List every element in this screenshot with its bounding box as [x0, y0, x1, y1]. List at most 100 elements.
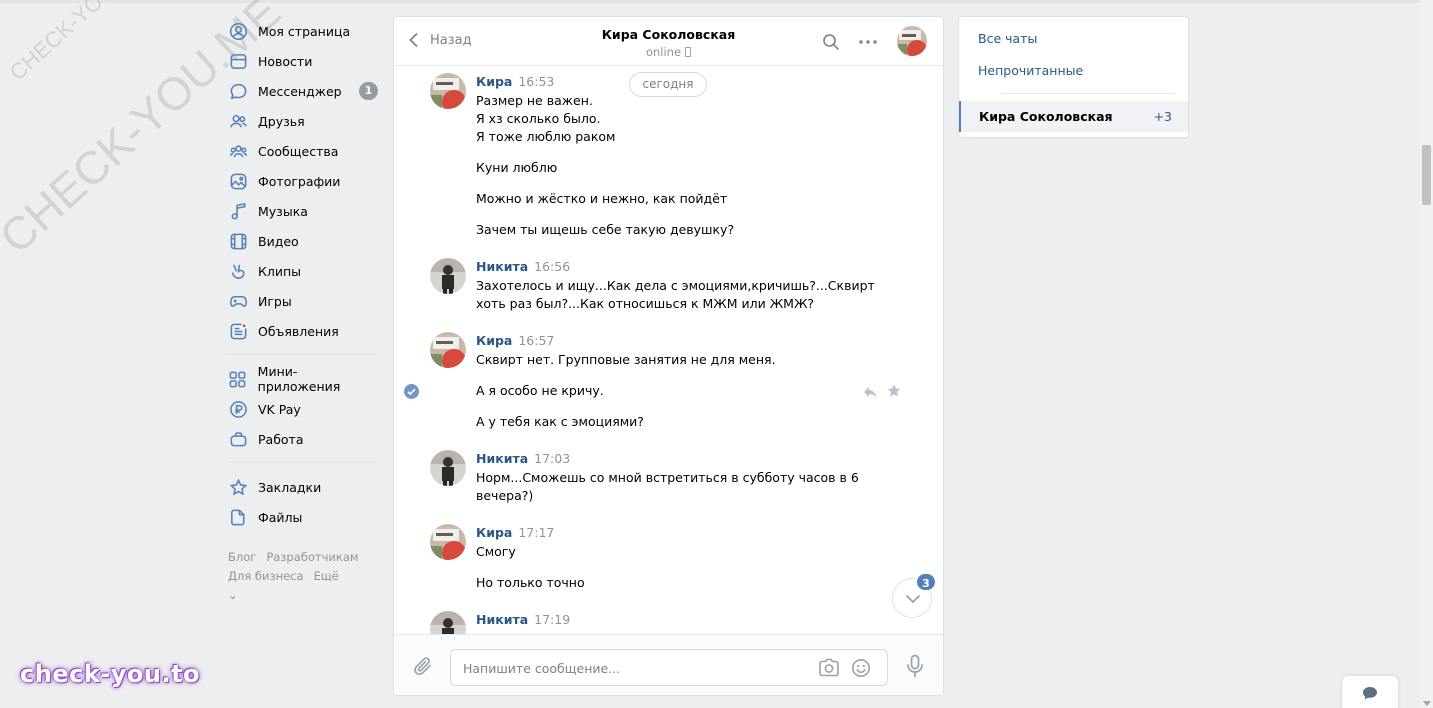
music-icon	[228, 201, 248, 221]
nav-my-page[interactable]: Моя страница	[228, 16, 378, 46]
nav-divider	[228, 354, 376, 355]
nav-label: Сообщества	[258, 143, 339, 159]
active-chat-count: +3	[1153, 109, 1172, 124]
nav-video[interactable]: Видео	[228, 226, 378, 256]
message-time[interactable]: 16:57	[518, 333, 554, 348]
message-text: вечера?)	[476, 488, 534, 503]
message-author[interactable]: Никита	[476, 259, 528, 274]
message-composer	[394, 634, 943, 695]
divider	[1001, 93, 1174, 94]
messenger-icon	[228, 81, 248, 101]
bookmarks-icon	[228, 477, 248, 497]
message-meta: Никита 17:19	[476, 612, 570, 627]
chevron-down-icon	[905, 594, 921, 604]
message-meta: Кира 17:17	[476, 525, 554, 540]
message-author[interactable]: Никита	[476, 612, 528, 627]
more-icon[interactable]	[858, 33, 878, 51]
avatar[interactable]	[430, 611, 466, 634]
nav-news[interactable]: Новости	[228, 46, 378, 76]
message-author[interactable]: Кира	[476, 525, 512, 540]
paperclip-icon[interactable]	[412, 655, 434, 677]
nav-files[interactable]: Файлы	[228, 502, 378, 532]
message-author[interactable]: Никита	[476, 451, 528, 466]
footer-link-developers[interactable]: Разработчикам	[266, 550, 358, 564]
avatar[interactable]	[430, 450, 466, 486]
communities-icon	[228, 141, 248, 161]
avatar[interactable]	[430, 73, 466, 109]
message-input[interactable]	[463, 658, 803, 678]
microphone-icon[interactable]	[906, 654, 924, 678]
active-chat-name: Кира Соколовская	[979, 109, 1113, 124]
footer-more-label: Ещё	[313, 569, 339, 583]
nav-label: Фотографии	[258, 173, 341, 189]
ads-icon	[228, 321, 248, 341]
avatar[interactable]	[430, 332, 466, 368]
avatar[interactable]	[430, 524, 466, 560]
nav-label: Клипы	[258, 263, 302, 279]
nav-mini-apps[interactable]: Мини-приложения	[228, 364, 378, 394]
video-icon	[228, 231, 248, 251]
chat-filter-panel: Все чаты Непрочитанные Кира Соколовская …	[958, 16, 1189, 138]
chat-header: Назад Кира Соколовская online	[394, 17, 943, 66]
nav-label: Моя страница	[258, 23, 351, 39]
nav-label: Мессенджер	[258, 83, 342, 99]
reply-icon[interactable]	[862, 384, 878, 400]
chat-bubble-icon	[1363, 687, 1377, 700]
chat-widget-button[interactable]	[1342, 676, 1398, 708]
message-time[interactable]: 17:17	[518, 525, 554, 540]
filter-all-chats[interactable]: Все чаты	[978, 31, 1037, 46]
message-text: Сквирт нет. Групповые занятия не для мен…	[476, 352, 776, 367]
emoji-icon[interactable]	[851, 658, 871, 678]
message-text: Но только точно	[476, 575, 585, 590]
nav-vk-pay[interactable]: VK Pay	[228, 394, 378, 424]
message-meta: Никита 17:03	[476, 451, 570, 466]
nav-label: Мини-приложения	[257, 364, 341, 394]
nav-messenger[interactable]: Мессенджер 1	[228, 76, 378, 106]
nav-communities[interactable]: Сообщества	[228, 136, 378, 166]
nav-music[interactable]: Музыка	[228, 196, 378, 226]
message-author[interactable]: Кира	[476, 333, 512, 348]
message-text: Смогу	[476, 544, 516, 559]
nav-divider	[228, 462, 376, 463]
work-icon	[228, 429, 248, 449]
nav-label: Новости	[258, 53, 313, 69]
active-chat-item[interactable]: Кира Соколовская +3	[959, 101, 1188, 132]
scroll-arrow-down-icon[interactable]	[1423, 701, 1431, 706]
nav-friends[interactable]: Друзья	[228, 106, 378, 136]
nav-photos[interactable]: Фотографии	[228, 166, 378, 196]
messenger-badge: 1	[359, 82, 378, 100]
nav-work[interactable]: Работа	[228, 424, 378, 454]
unread-badge: 3	[915, 572, 937, 592]
footer-link-business[interactable]: Для бизнеса	[228, 569, 304, 583]
avatar[interactable]	[430, 258, 466, 294]
message-meta: Кира 16:57	[476, 333, 554, 348]
chevron-down-icon: ⌄	[228, 588, 238, 602]
message-time[interactable]: 17:03	[534, 451, 570, 466]
nav-clips[interactable]: Клипы	[228, 256, 378, 286]
nav-bookmarks[interactable]: Закладки	[228, 472, 378, 502]
peer-avatar[interactable]	[897, 26, 927, 56]
selected-check-icon[interactable]	[404, 384, 419, 399]
camera-icon[interactable]	[818, 658, 840, 678]
nav-label: Видео	[258, 233, 299, 249]
user-icon	[228, 21, 248, 41]
message-time[interactable]: 16:56	[534, 259, 570, 274]
message-time[interactable]: 17:19	[534, 612, 570, 627]
footer-link-blog[interactable]: Блог	[228, 550, 256, 564]
filter-unread[interactable]: Непрочитанные	[978, 63, 1083, 78]
news-icon	[228, 51, 248, 71]
page-scrollbar[interactable]	[1420, 0, 1433, 708]
nav-ads[interactable]: Объявления	[228, 316, 378, 346]
message-text: Можно и жёстко и нежно, как пойдёт	[476, 191, 728, 206]
chat-panel: Назад Кира Соколовская online сегодня Ки…	[393, 16, 944, 696]
friends-icon	[228, 111, 248, 131]
message-author[interactable]: Кира	[476, 74, 512, 89]
message-text: Размер не важен.	[476, 93, 593, 108]
scrollbar-thumb[interactable]	[1422, 145, 1431, 205]
top-bar	[0, 0, 1420, 3]
nav-games[interactable]: Игры	[228, 286, 378, 316]
nav-label: Друзья	[258, 113, 305, 129]
message-time[interactable]: 16:53	[518, 74, 554, 89]
star-icon[interactable]	[886, 383, 902, 399]
search-icon[interactable]	[822, 33, 840, 51]
